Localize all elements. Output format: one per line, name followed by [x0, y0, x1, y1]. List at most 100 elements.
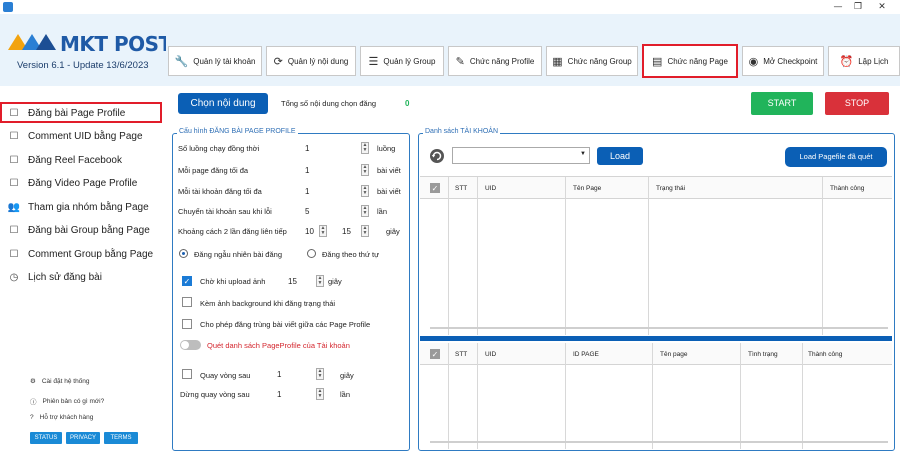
wait-upload-input[interactable]: 15 — [288, 277, 297, 286]
col-success: Thành công — [808, 351, 843, 358]
tab-account-management[interactable]: 🔧 Quản lý tài khoản — [168, 46, 262, 76]
ordered-post-radio[interactable] — [307, 249, 316, 258]
support-link[interactable]: ? Hỗ trợ khách hàng — [30, 414, 93, 421]
version-label: Version 6.1 - Update 13/6/2023 — [17, 60, 149, 71]
column-divider — [448, 177, 449, 335]
per-page-stepper[interactable]: ▲ ▼ — [361, 164, 369, 176]
video-icon: ☐ — [9, 177, 19, 189]
terms-button[interactable]: TERMS — [104, 432, 138, 444]
wait-upload-checkbox[interactable]: ✓ — [182, 276, 192, 286]
loop-checkbox[interactable] — [182, 369, 192, 379]
privacy-button[interactable]: PRIVACY — [66, 432, 100, 444]
tab-group-functions[interactable]: ▦ Chức năng Group — [546, 46, 638, 76]
page-icon: ▤ — [652, 55, 663, 68]
threads-input[interactable]: 1 — [305, 144, 309, 153]
post-icon: ☐ — [9, 107, 19, 119]
info-icon: ⓘ — [30, 399, 37, 406]
tab-profile-functions[interactable]: ✎ Chức năng Profile — [448, 46, 542, 76]
config-legend: Cấu hình ĐĂNG BÀI PAGE PROFILE — [177, 128, 298, 135]
delay-from-stepper[interactable]: ▲ ▼ — [319, 225, 327, 237]
help-icon: ? — [30, 414, 34, 421]
toggle-knob — [181, 341, 189, 349]
delay-to-stepper[interactable]: ▲ ▼ — [361, 225, 369, 237]
loop-input[interactable]: 1 — [277, 370, 281, 379]
stop-loop-input[interactable]: 1 — [277, 390, 281, 399]
per-account-label: Mỗi tài khoản đăng tối đa — [178, 187, 262, 196]
delay-from-input[interactable]: 10 — [305, 227, 314, 236]
tab-open-checkpoint[interactable]: ◉ Mở Checkpoint — [742, 46, 824, 76]
col-page-name: Tên Page — [573, 185, 602, 192]
select-all-checkbox[interactable]: ✓ — [430, 183, 440, 193]
per-account-input[interactable]: 1 — [305, 187, 309, 196]
sidebar-item-post-video[interactable]: ☐ Đăng Video Page Profile — [0, 173, 166, 193]
comment-group-icon: ☐ — [9, 248, 19, 260]
logo-icon — [8, 34, 56, 50]
history-icon: ◷ — [9, 271, 19, 283]
switch-account-unit: lần — [377, 207, 388, 216]
loop-stepper[interactable]: ▲ ▼ — [316, 368, 324, 380]
col-state: Tình trạng — [748, 351, 778, 358]
delay-label: Khoảng cách 2 lần đăng liên tiếp — [178, 227, 287, 236]
whats-new-link[interactable]: ⓘ Phiên bản có gì mới? — [30, 396, 104, 407]
accounts-table: ✓ STT UID Tên Page Trạng thái Thành công — [420, 176, 892, 335]
sidebar-item-post-history[interactable]: ◷ Lịch sử đăng bài — [0, 267, 166, 287]
sidebar-item-post-page-profile[interactable]: ☐ Đăng bài Page Profile — [0, 103, 166, 123]
status-button[interactable]: STATUS — [30, 432, 62, 444]
account-select[interactable]: ▼ — [452, 147, 590, 164]
sidebar-item-comment-group[interactable]: ☐ Comment Group bằng Page — [0, 244, 166, 264]
gear-icon: ⚙ — [30, 378, 36, 385]
col-stt: STT — [455, 185, 468, 192]
refresh-icon: ⟳ — [273, 55, 283, 68]
column-divider — [802, 343, 803, 449]
scan-pages-toggle[interactable] — [180, 340, 201, 350]
threads-stepper[interactable]: ▲ ▼ — [361, 142, 369, 154]
tab-page-functions[interactable]: ▤ Chức năng Page — [642, 44, 738, 78]
switch-account-label: Chuyển tài khoản sau khi lỗi — [178, 207, 272, 216]
tab-schedule[interactable]: ⏰ Lập Lịch — [828, 46, 900, 76]
start-button[interactable]: START — [751, 92, 813, 115]
switch-account-stepper[interactable]: ▲ ▼ — [361, 205, 369, 217]
tab-group-management[interactable]: ☰ Quản lý Group — [360, 46, 444, 76]
bg-image-checkbox[interactable] — [182, 297, 192, 307]
switch-account-input[interactable]: 5 — [305, 207, 309, 216]
allow-duplicate-checkbox[interactable] — [182, 319, 192, 329]
reel-icon: ☐ — [9, 154, 19, 166]
tab-content-management[interactable]: ⟳ Quản lý nội dung — [266, 46, 356, 76]
column-divider — [822, 177, 823, 335]
per-account-stepper[interactable]: ▲ ▼ — [361, 185, 369, 197]
stop-button[interactable]: STOP — [825, 92, 889, 115]
sidebar-item-post-reel[interactable]: ☐ Đăng Reel Facebook — [0, 150, 166, 170]
per-account-unit: bài viết — [377, 187, 401, 196]
table-splitter — [420, 336, 892, 341]
stop-loop-stepper[interactable]: ▲ ▼ — [316, 388, 324, 400]
sidebar-item-post-group[interactable]: ☐ Đăng bài Group bằng Page — [0, 220, 166, 240]
column-divider — [448, 343, 449, 449]
minimize-button[interactable]: — — [828, 1, 848, 13]
refresh-icon[interactable] — [429, 148, 445, 164]
load-button[interactable]: Load — [597, 147, 643, 165]
per-page-input[interactable]: 1 — [305, 166, 309, 175]
column-divider — [565, 343, 566, 449]
chevron-down-icon: ▼ — [580, 151, 586, 157]
wrench-icon: 🔧 — [174, 55, 189, 68]
wait-upload-stepper[interactable]: ▲ ▼ — [316, 275, 324, 287]
choose-content-button[interactable]: Chọn nội dung — [178, 93, 268, 114]
pages-table: ✓ STT UID ID PAGE Tên page Tình trạng Th… — [420, 343, 892, 449]
horizontal-scrollbar[interactable] — [430, 441, 888, 443]
select-all-checkbox[interactable]: ✓ — [430, 349, 440, 359]
column-divider — [477, 177, 478, 335]
load-pagefile-button[interactable]: Load Pagefile đã quét — [785, 147, 887, 167]
random-post-radio[interactable] — [179, 249, 188, 258]
sidebar-item-join-groups[interactable]: 👥 Tham gia nhóm bằng Page — [0, 197, 166, 217]
random-post-label: Đăng ngẫu nhiên bài đăng — [194, 250, 282, 259]
delay-to-input[interactable]: 15 — [342, 227, 351, 236]
comment-icon: ☐ — [9, 130, 19, 142]
sidebar-item-comment-uid[interactable]: ☐ Comment UID bằng Page — [0, 126, 166, 146]
column-divider — [565, 177, 566, 335]
col-stt: STT — [455, 351, 468, 358]
system-settings-link[interactable]: ⚙ Cài đặt hệ thống — [30, 377, 90, 386]
pencil-icon: ✎ — [455, 55, 465, 68]
close-button[interactable]: ✕ — [872, 1, 892, 13]
horizontal-scrollbar[interactable] — [430, 327, 888, 329]
restore-button[interactable]: ❐ — [848, 1, 868, 13]
